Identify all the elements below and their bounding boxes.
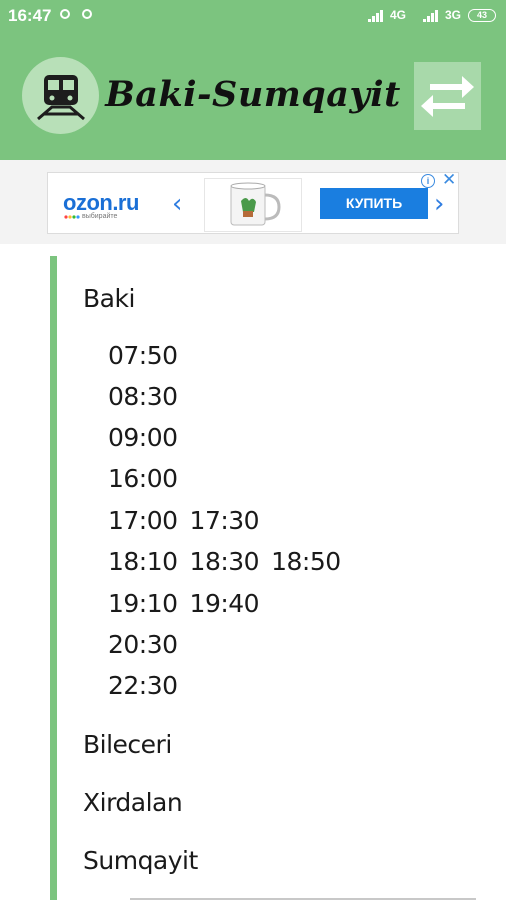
signal-icon [368,10,383,22]
station-xirdalan[interactable]: Xirdalan [83,788,183,817]
notification-dot-icon [60,9,70,19]
departure-time: 17:00 [108,506,178,535]
ad-close-icon[interactable]: ✕ [442,170,456,190]
departure-row: 08:30 [108,382,190,411]
ad-tagline: выбирайте [82,213,118,220]
departure-row: 20:30 [108,630,190,659]
departure-time: 19:10 [108,589,178,618]
ad-banner[interactable]: ozon.ru выбирайте ‹ КУПИТЬ › i ✕ [47,170,459,234]
departure-row: 19:10 19:40 [108,589,271,618]
departure-time: 07:50 [108,341,178,370]
status-time: 16:47 [8,6,52,25]
departure-row: 18:10 18:30 18:50 [108,547,353,576]
departure-row: 16:00 [108,464,190,493]
departure-time: 20:30 [108,630,178,659]
ad-info-icon[interactable]: i [421,174,435,188]
mug-icon [230,182,281,226]
chevron-right-icon[interactable]: › [434,189,444,219]
departure-time: 18:30 [189,547,260,576]
departure-time: 08:30 [108,382,178,411]
departure-row: 09:00 [108,423,190,452]
departure-row: 07:50 [108,341,190,370]
ozon-dots-icon [64,215,80,219]
battery-icon: 43 [468,9,496,22]
chevron-left-icon[interactable]: ‹ [172,189,182,219]
departure-time: 09:00 [108,423,178,452]
notification-dot-icon [82,9,92,19]
departure-row: 17:00 17:30 [108,506,271,535]
signal-icon [423,10,438,22]
station-sumqayit[interactable]: Sumqayit [83,846,198,875]
network-type-label: 3G [445,8,462,22]
ad-area: ozon.ru выбирайте ‹ КУПИТЬ › i ✕ [0,160,506,244]
network-type-label: 4G [390,8,407,22]
ad-buy-button[interactable]: КУПИТЬ [320,188,428,219]
station-bileceri[interactable]: Bileceri [83,730,172,759]
status-bar: 16:47 4G 3G 43 [0,0,506,32]
departure-time: 22:30 [108,671,178,700]
swap-arrows-icon [421,76,474,117]
ad-product-image[interactable] [204,178,302,232]
departure-time: 17:30 [189,506,260,535]
app-bar: Baki-Sumqayit [0,32,506,160]
departure-time: 16:00 [108,464,178,493]
departure-time: 18:50 [271,547,341,576]
station-baki[interactable]: Baki [83,284,135,313]
departure-time: 18:10 [108,547,178,576]
departure-time: 19:40 [189,589,260,618]
timeline-line [50,256,57,900]
departure-row: 22:30 [108,671,190,700]
swap-direction-button[interactable] [414,62,481,130]
